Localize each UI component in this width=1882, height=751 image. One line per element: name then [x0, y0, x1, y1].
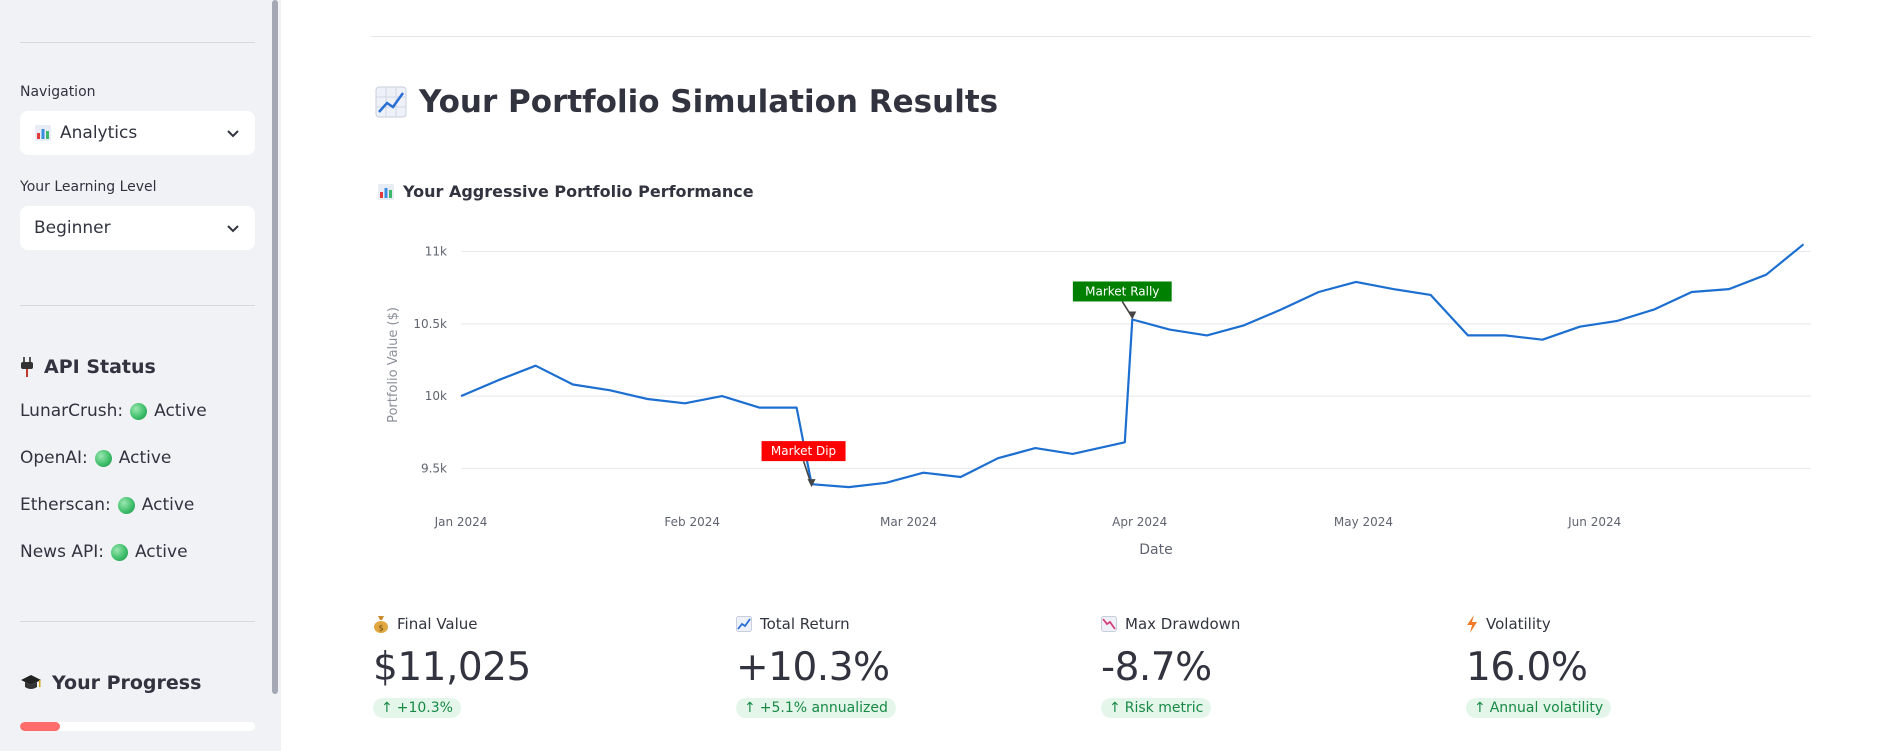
- api-status: Active: [118, 448, 172, 468]
- metric-delta-text: Annual volatility: [1489, 700, 1604, 716]
- metric-delta: ↑ +5.1% annualized: [736, 698, 896, 718]
- chart-title-text: Your Aggressive Portfolio Performance: [403, 182, 754, 201]
- navigation-value: Analytics: [60, 123, 138, 143]
- metric-final-value: $ Final Value $11,025 ↑ +10.3%: [373, 615, 673, 718]
- api-row-etherscan: Etherscan: Active: [20, 495, 194, 515]
- api-status-title: API Status: [44, 356, 156, 378]
- chevron-down-icon: [225, 125, 241, 141]
- bar-chart-icon: [34, 124, 52, 142]
- y-tick-label: 9.5k: [421, 461, 447, 475]
- api-row-openai: OpenAI: Active: [20, 448, 171, 468]
- portfolio-line-chart[interactable]: 9.5k 10k 10.5k 11k Jan 2024 Feb 2024 Mar 2024 A…: [371, 240, 1811, 570]
- metric-delta: ↑ Risk metric: [1101, 698, 1212, 718]
- main-content: Your Portfolio Simulation Results Your A…: [281, 0, 1882, 751]
- page-title: Your Portfolio Simulation Results: [375, 84, 998, 120]
- chart-title: Your Aggressive Portfolio Performance: [377, 182, 754, 201]
- metric-delta: ↑ +10.3%: [373, 698, 461, 718]
- arrow-up-icon: ↑: [1109, 700, 1121, 716]
- metric-total-return: Total Return +10.3% ↑ +5.1% annualized: [736, 615, 1036, 718]
- api-status: Active: [154, 401, 207, 421]
- navigation-select[interactable]: Analytics: [20, 111, 255, 155]
- learning-level-label: Your Learning Level: [20, 179, 157, 195]
- api-status-heading: API Status: [20, 356, 156, 378]
- status-dot-icon: [110, 543, 128, 561]
- progress-bar-fill: [20, 722, 60, 731]
- metric-value: $11,025: [373, 645, 531, 690]
- metric-label: Volatility: [1486, 615, 1551, 633]
- x-tick-label: Jan 2024: [434, 515, 488, 529]
- page-title-text: Your Portfolio Simulation Results: [419, 84, 999, 120]
- annotation-arrowhead: [807, 479, 816, 488]
- arrow-up-icon: ↑: [381, 700, 393, 716]
- learning-level-value: Beginner: [34, 218, 111, 238]
- learning-level-select[interactable]: Beginner: [20, 206, 255, 250]
- metric-label: Final Value: [397, 615, 478, 633]
- progress-heading: Your Progress: [20, 672, 201, 694]
- x-tick-label: May 2024: [1334, 515, 1393, 529]
- metric-delta-text: Risk metric: [1124, 700, 1204, 716]
- arrow-up-icon: ↑: [1474, 700, 1486, 716]
- api-row-news-api: News API: Active: [20, 542, 188, 562]
- metric-delta: ↑ Annual volatility: [1466, 698, 1612, 718]
- bar-chart-icon: [377, 183, 395, 201]
- annotation-label: Market Rally: [1085, 284, 1159, 298]
- metric-delta-text: +10.3%: [396, 700, 453, 716]
- chart-up-icon: [375, 86, 407, 118]
- top-divider: [371, 36, 1811, 37]
- y-tick-label: 10k: [425, 389, 447, 403]
- api-name: OpenAI:: [20, 448, 88, 468]
- metric-max-drawdown: Max Drawdown -8.7% ↑ Risk metric: [1101, 615, 1401, 718]
- metric-delta-text: +5.1% annualized: [759, 700, 888, 716]
- progress-title: Your Progress: [52, 672, 202, 694]
- metric-label: Total Return: [760, 615, 850, 633]
- y-tick-label: 10.5k: [413, 317, 447, 331]
- metric-value: 16.0%: [1466, 645, 1588, 690]
- lightning-icon: [1466, 615, 1478, 633]
- x-tick-label: Mar 2024: [880, 515, 937, 529]
- api-status: Active: [141, 495, 195, 515]
- status-dot-icon: [94, 449, 112, 467]
- navigation-label: Navigation: [20, 84, 96, 100]
- x-tick-label: Apr 2024: [1112, 515, 1167, 529]
- x-axis-title: Date: [1139, 542, 1172, 558]
- api-status: Active: [134, 542, 188, 562]
- arrow-up-icon: ↑: [744, 700, 756, 716]
- metric-value: -8.7%: [1101, 645, 1212, 690]
- svg-text:$: $: [378, 624, 383, 633]
- plug-icon: [20, 357, 34, 377]
- metric-value: +10.3%: [736, 645, 890, 690]
- chevron-down-icon: [225, 220, 241, 236]
- progress-bar: [20, 722, 255, 731]
- sidebar: Navigation Analytics Your Learning Level…: [0, 0, 281, 751]
- sidebar-divider: [20, 305, 255, 306]
- api-name: News API:: [20, 542, 104, 562]
- sidebar-divider: [20, 621, 255, 622]
- api-row-lunarcrush: LunarCrush: Active: [20, 401, 207, 421]
- api-name: Etherscan:: [20, 495, 111, 515]
- chart-up-icon: [736, 616, 752, 632]
- metric-volatility: Volatility 16.0% ↑ Annual volatility: [1466, 615, 1766, 718]
- x-tick-label: Feb 2024: [664, 515, 720, 529]
- series-line: [460, 243, 1805, 489]
- annotation-label: Market Dip: [771, 444, 836, 458]
- x-tick-label: Jun 2024: [1567, 515, 1621, 529]
- status-dot-icon: [130, 402, 148, 420]
- y-tick-label: 11k: [425, 245, 447, 259]
- annotation-arrowhead: [1128, 311, 1137, 320]
- money-bag-icon: $: [373, 615, 389, 633]
- sidebar-scrollbar[interactable]: [272, 0, 278, 694]
- status-dot-icon: [117, 496, 135, 514]
- api-name: LunarCrush:: [20, 401, 124, 421]
- sidebar-divider: [20, 42, 255, 43]
- y-axis-title: Portfolio Value ($): [386, 307, 401, 423]
- graduation-cap-icon: [20, 674, 42, 692]
- chart-down-icon: [1101, 616, 1117, 632]
- metric-label: Max Drawdown: [1125, 615, 1241, 633]
